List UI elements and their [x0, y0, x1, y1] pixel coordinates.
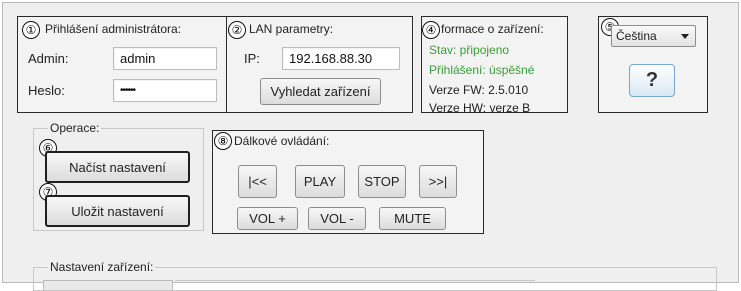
hw-version: Verze HW: verze B	[429, 101, 531, 115]
previous-button[interactable]: |<<	[238, 165, 277, 198]
badge-2: ②	[228, 21, 246, 39]
load-settings-button[interactable]: Načíst nastavení	[45, 151, 190, 183]
badge-8: ⑧	[214, 132, 232, 150]
badge-4: ④	[422, 21, 440, 39]
app-window: ① Přihlášení administrátora: Admin: Hesl…	[2, 2, 739, 291]
operations-title: Operace:	[48, 121, 102, 135]
admin-login-title: Přihlášení administrátora:	[45, 22, 182, 36]
mute-button[interactable]: MUTE	[379, 207, 446, 230]
admin-login-group: ① Přihlášení administrátora: Admin: Hesl…	[17, 16, 228, 113]
remote-control-group: ⑧ Dálkové ovládání: |<< PLAY STOP >>| VO…	[212, 130, 484, 234]
search-devices-button[interactable]: Vyhledat zařízení	[260, 78, 381, 105]
help-button[interactable]: ?	[629, 64, 675, 97]
save-settings-button[interactable]: Uložit nastavení	[45, 195, 190, 227]
volume-down-button[interactable]: VOL -	[308, 207, 366, 230]
admin-label: Admin:	[28, 51, 69, 66]
admin-password-input[interactable]	[113, 79, 217, 102]
settings-title: Nastavení zařízení:	[48, 260, 156, 274]
next-button[interactable]: >>|	[419, 165, 457, 198]
settings-tab-strip	[175, 280, 535, 290]
language-group: ⑤ Čeština ?	[598, 16, 708, 113]
chevron-down-icon	[681, 34, 689, 39]
fw-version: Verze FW: 2.5.010	[429, 83, 529, 97]
ip-label: IP:	[244, 51, 260, 66]
lan-params-group: ② LAN parametry: IP: Vyhledat zařízení	[226, 16, 413, 113]
ip-address-input[interactable]	[282, 47, 400, 70]
stop-button[interactable]: STOP	[358, 165, 406, 198]
language-selected-value: Čeština	[616, 29, 657, 43]
settings-tab[interactable]	[43, 280, 173, 290]
play-button[interactable]: PLAY	[295, 165, 345, 198]
connection-status: Stav: připojeno	[429, 43, 510, 57]
volume-up-button[interactable]: VOL +	[237, 207, 298, 230]
lan-params-title: LAN parametry:	[249, 22, 334, 36]
admin-username-input[interactable]	[113, 47, 217, 70]
device-info-title: formace o zařízení:	[441, 22, 544, 36]
device-info-group: ④ formace o zařízení: Stav: připojeno Př…	[421, 16, 568, 115]
help-icon: ?	[645, 69, 659, 91]
password-label: Heslo:	[28, 83, 65, 98]
login-status: Přihlášení: úspěšné	[429, 63, 535, 77]
remote-control-title: Dálkové ovládání:	[234, 134, 330, 148]
language-select[interactable]: Čeština	[611, 25, 696, 47]
badge-1: ①	[22, 21, 40, 39]
